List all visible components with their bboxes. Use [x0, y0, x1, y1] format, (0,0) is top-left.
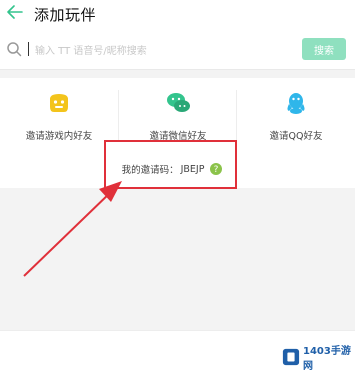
back-arrow-icon[interactable]: [6, 3, 24, 21]
invite-wechat-friends-button[interactable]: 邀请微信好友: [119, 86, 237, 146]
watermark-text: 1403手游网: [302, 346, 351, 372]
watermark: 1403手游网: [282, 342, 355, 372]
search-icon: [7, 42, 22, 57]
watermark-logo-icon: [282, 348, 300, 366]
header-bar: 添加玩伴: [0, 0, 355, 28]
invite-qq-friends-label: 邀请QQ好友: [269, 131, 323, 142]
game-controller-icon: [50, 94, 68, 112]
invite-game-friends-label: 邀请游戏内好友: [25, 131, 93, 142]
wechat-icon: [167, 93, 190, 112]
text-caret: [28, 42, 29, 56]
search-button[interactable]: 搜索: [302, 38, 346, 60]
search-bar: 输入 TT 语音号/昵称搜索 搜索: [0, 28, 355, 70]
page-title: 添加玩伴: [34, 6, 97, 24]
highlight-box: [104, 140, 237, 189]
search-placeholder: 输入 TT 语音号/昵称搜索: [35, 45, 147, 57]
search-input[interactable]: 输入 TT 语音号/昵称搜索: [6, 36, 292, 62]
qq-icon: [287, 93, 305, 114]
invite-qq-friends-button[interactable]: 邀请QQ好友: [237, 86, 355, 146]
invite-game-friends-button[interactable]: 邀请游戏内好友: [0, 86, 118, 146]
